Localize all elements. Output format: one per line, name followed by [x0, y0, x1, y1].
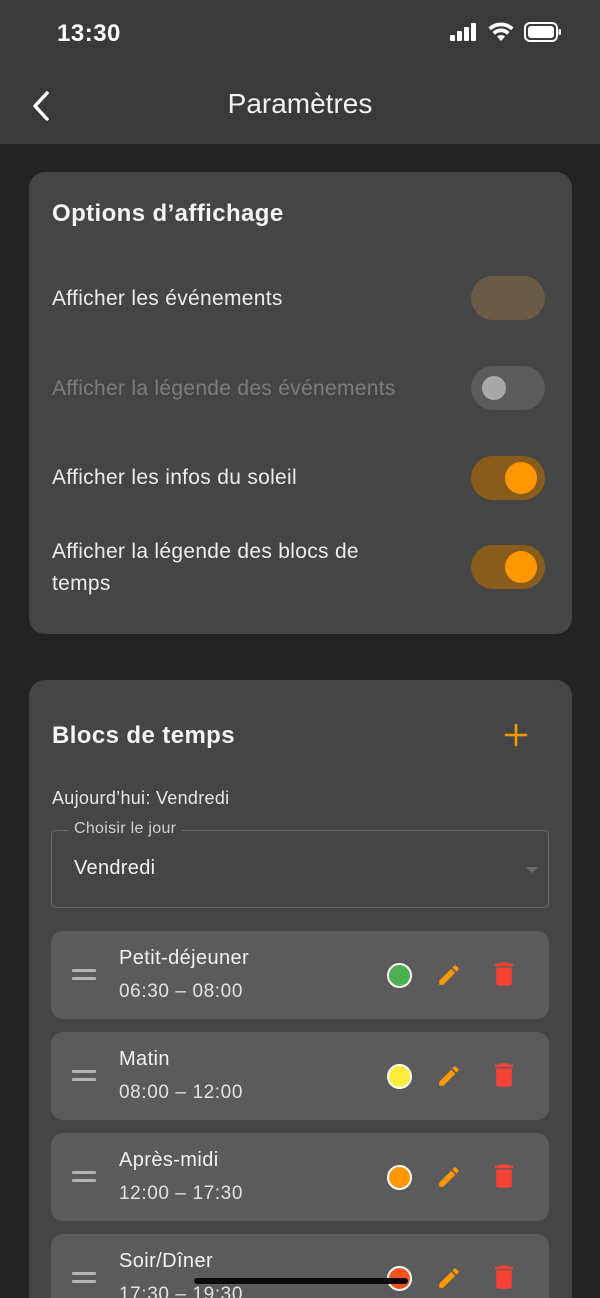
- pencil-icon: [439, 965, 459, 985]
- time-block-range: 08:00 – 12:00: [119, 1082, 244, 1103]
- app-header: 13:30 Paramètres: [0, 0, 600, 144]
- time-block-range: 17:30 – 19:30: [119, 1284, 244, 1298]
- color-dot[interactable]: [387, 1064, 412, 1089]
- time-block-range: 06:30 – 08:00: [119, 981, 244, 1002]
- day-select[interactable]: Choisir le jour Vendredi: [51, 820, 549, 908]
- plus-icon: [504, 723, 528, 747]
- edit-button[interactable]: [436, 962, 462, 988]
- display-options-title: Options d’affichage: [52, 200, 284, 227]
- show-events-legend-label: Afficher la légende des événements: [52, 377, 396, 400]
- show-events-toggle[interactable]: [471, 276, 545, 320]
- display-options-card: Options d’affichage Afficher les événeme…: [29, 172, 572, 634]
- delete-button[interactable]: [493, 961, 515, 987]
- time-block-range: 12:00 – 17:30: [119, 1183, 244, 1204]
- time-block-item[interactable]: Petit-déjeuner 06:30 – 08:00: [51, 931, 549, 1019]
- time-block-item[interactable]: Après-midi 12:00 – 17:30: [51, 1133, 549, 1221]
- trash-icon: [494, 962, 514, 986]
- today-text: Aujourd’hui: Vendredi: [52, 788, 230, 808]
- status-time: 13:30: [57, 20, 121, 47]
- trash-icon: [494, 1265, 514, 1289]
- drag-handle-icon[interactable]: [72, 1070, 96, 1082]
- wifi-icon: [488, 22, 514, 41]
- edit-button[interactable]: [436, 1265, 462, 1291]
- time-block-name: Après-midi: [119, 1149, 219, 1171]
- show-sun-info-toggle[interactable]: [471, 456, 545, 500]
- color-dot[interactable]: [387, 1165, 412, 1190]
- toggle-knob: [483, 286, 507, 310]
- pencil-icon: [439, 1167, 459, 1187]
- show-events-label: Afficher les événements: [52, 287, 283, 310]
- signal-icon: [450, 23, 476, 41]
- caret-down-icon: [526, 867, 538, 873]
- show-sun-info-label: Afficher les infos du soleil: [52, 466, 297, 489]
- time-block-item[interactable]: Matin 08:00 – 12:00: [51, 1032, 549, 1120]
- trash-icon: [494, 1164, 514, 1188]
- time-block-name: Petit-déjeuner: [119, 947, 250, 969]
- color-dot[interactable]: [387, 963, 412, 988]
- delete-button[interactable]: [493, 1163, 515, 1189]
- delete-button[interactable]: [493, 1264, 515, 1290]
- show-time-blocks-legend-label: Afficher la légende des blocs de temps: [52, 536, 359, 600]
- pencil-icon: [439, 1268, 459, 1288]
- show-time-blocks-legend-toggle[interactable]: [471, 545, 545, 589]
- drag-handle-icon[interactable]: [72, 1272, 96, 1284]
- time-block-item[interactable]: Soir/Dîner 17:30 – 19:30: [51, 1234, 549, 1298]
- show-events-legend-toggle[interactable]: [471, 366, 545, 410]
- time-blocks-title: Blocs de temps: [52, 722, 235, 749]
- time-blocks-card: Blocs de temps Aujourd’hui: Vendredi Cho…: [29, 680, 572, 1298]
- time-block-name: Matin: [119, 1048, 170, 1070]
- label-line: temps: [52, 572, 111, 595]
- edit-button[interactable]: [436, 1063, 462, 1089]
- edit-button[interactable]: [436, 1164, 462, 1190]
- page-title: Paramètres: [227, 88, 373, 119]
- day-select-value: Vendredi: [74, 857, 156, 879]
- home-indicator: [194, 1278, 408, 1284]
- day-select-label: Choisir le jour: [68, 820, 183, 838]
- add-time-block-button[interactable]: [503, 722, 529, 748]
- toggle-knob: [482, 376, 506, 400]
- drag-handle-icon[interactable]: [72, 969, 96, 981]
- toggle-knob: [505, 551, 537, 583]
- drag-handle-icon[interactable]: [72, 1171, 96, 1183]
- time-block-name: Soir/Dîner: [119, 1250, 214, 1272]
- delete-button[interactable]: [493, 1062, 515, 1088]
- toggle-knob: [505, 462, 537, 494]
- battery-icon: [524, 22, 561, 42]
- label-line: Afficher la légende des blocs de: [52, 540, 359, 563]
- pencil-icon: [439, 1066, 459, 1086]
- status-icons: [450, 22, 562, 42]
- trash-icon: [494, 1063, 514, 1087]
